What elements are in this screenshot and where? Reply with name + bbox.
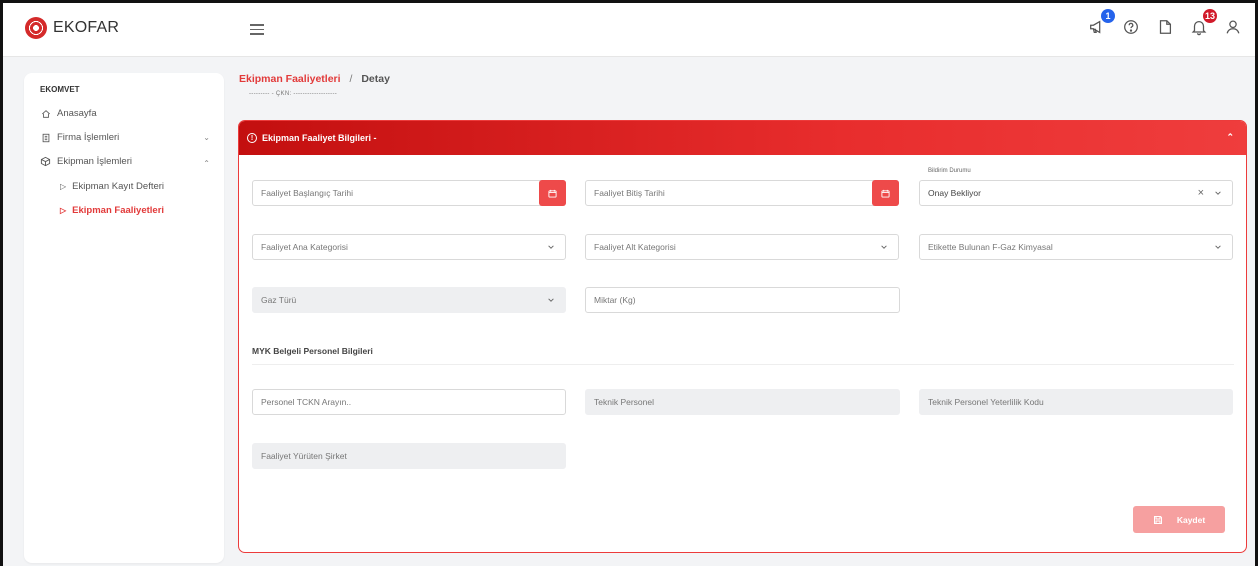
- personnel-section-title: MYK Belgeli Personel Bilgileri: [252, 346, 373, 356]
- play-triangle-icon: ▷: [60, 206, 67, 215]
- chevron-down-icon: [881, 245, 887, 249]
- announcements-button[interactable]: 1: [1087, 9, 1115, 37]
- competence-code-field: Teknik Personel Yeterlilik Kodu: [919, 389, 1233, 415]
- label-fgas-placeholder: Etikette Bulunan F-Gaz Kimyasal: [928, 242, 1053, 252]
- breadcrumb-current: Detay: [361, 73, 390, 85]
- sidebar-subitem-kayit-defteri[interactable]: ▷ Ekipman Kayıt Defteri: [60, 181, 164, 192]
- start-date-placeholder: Faaliyet Başlangıç Tarihi: [261, 188, 353, 198]
- amount-placeholder: Miktar (Kg): [594, 295, 636, 305]
- user-icon: [1226, 20, 1240, 34]
- brand-logo[interactable]: EKOFAR: [25, 17, 119, 39]
- sidebar-subitem-faaliyetleri[interactable]: ▷ Ekipman Faaliyetleri: [60, 205, 164, 216]
- sidebar-item-anasayfa[interactable]: Anasayfa: [40, 108, 210, 119]
- sidebar-item-ekipman-islemleri[interactable]: Ekipman İşlemleri ⌃: [40, 156, 210, 168]
- end-date-field[interactable]: Faaliyet Bitiş Tarihi: [585, 180, 899, 206]
- document-icon: [1159, 20, 1172, 34]
- sidebar-subitem-label: Ekipman Kayıt Defteri: [72, 181, 165, 192]
- status-label: Bildirim Durumu: [928, 168, 971, 174]
- calendar-button[interactable]: [872, 180, 899, 206]
- calendar-icon: [881, 189, 890, 198]
- announcements-badge: 1: [1101, 9, 1115, 23]
- info-icon: !: [247, 133, 257, 143]
- top-header: EKOFAR 1 13: [3, 3, 1255, 57]
- status-value: Onay Bekliyor: [928, 188, 981, 198]
- end-date-placeholder: Faaliyet Bitiş Tarihi: [594, 188, 665, 198]
- notifications-button[interactable]: 13: [1189, 9, 1217, 37]
- brand-name: EKOFAR: [53, 19, 120, 36]
- notifications-badge: 13: [1202, 9, 1217, 23]
- play-triangle-icon: ▷: [60, 182, 67, 191]
- technical-staff-placeholder: Teknik Personel: [594, 397, 655, 407]
- sidebar-item-label: Anasayfa: [57, 108, 97, 119]
- competence-code-placeholder: Teknik Personel Yeterlilik Kodu: [928, 397, 1044, 407]
- sidebar-item-firma-islemleri[interactable]: Firma İşlemleri ⌄: [40, 132, 210, 143]
- operating-company-placeholder: Faaliyet Yürüten Şirket: [261, 451, 347, 461]
- main-category-placeholder: Faaliyet Ana Kategorisi: [261, 242, 348, 252]
- clear-icon[interactable]: ×: [1198, 187, 1204, 199]
- sidebar-item-label: Firma İşlemleri: [57, 132, 120, 143]
- building-icon: [40, 132, 51, 143]
- sub-category-placeholder: Faaliyet Alt Kategorisi: [594, 242, 676, 252]
- question-circle-icon: [1124, 20, 1138, 34]
- chevron-up-icon[interactable]: ⌃: [1226, 132, 1234, 143]
- breadcrumb: Ekipman Faaliyetleri / Detay: [239, 73, 390, 85]
- sub-category-select[interactable]: Faaliyet Alt Kategorisi: [585, 234, 899, 260]
- tckn-search-input[interactable]: Personel TCKN Arayın..: [252, 389, 566, 415]
- operating-company-field: Faaliyet Yürüten Şirket: [252, 443, 566, 469]
- help-button[interactable]: [1121, 17, 1141, 37]
- chevron-down-icon: [1215, 245, 1221, 249]
- chevron-down-icon: ⌄: [203, 133, 210, 142]
- record-identifier: --------- - ÇKN: -------------------: [249, 91, 338, 97]
- sidebar: EKOMVET Anasayfa Firma İşlemleri ⌄ Ekipm…: [24, 73, 224, 563]
- gas-type-select[interactable]: Gaz Türü: [252, 287, 566, 313]
- technical-staff-field: Teknik Personel: [585, 389, 900, 415]
- sidebar-section-title: EKOMVET: [40, 85, 80, 94]
- label-fgas-select[interactable]: Etikette Bulunan F-Gaz Kimyasal: [919, 234, 1233, 260]
- chevron-down-icon: [548, 298, 554, 302]
- save-button[interactable]: Kaydet: [1133, 506, 1225, 533]
- documents-button[interactable]: [1155, 17, 1175, 37]
- notification-status-select[interactable]: Onay Bekliyor ×: [919, 180, 1233, 206]
- box-icon: [40, 156, 51, 167]
- calendar-button[interactable]: [539, 180, 566, 206]
- card-header[interactable]: ! Ekipman Faaliyet Bilgileri - ⌃: [239, 121, 1246, 155]
- save-label: Kaydet: [1176, 514, 1206, 525]
- ministry-emblem-icon: [25, 17, 47, 39]
- start-date-field[interactable]: Faaliyet Başlangıç Tarihi: [252, 180, 566, 206]
- breadcrumb-parent-link[interactable]: Ekipman Faaliyetleri: [239, 73, 341, 85]
- section-divider: [252, 364, 1234, 365]
- save-icon: [1153, 515, 1162, 524]
- main-category-select[interactable]: Faaliyet Ana Kategorisi: [252, 234, 566, 260]
- calendar-icon: [548, 189, 557, 198]
- sidebar-item-label: Ekipman İşlemleri: [57, 156, 132, 167]
- home-icon: [40, 108, 51, 119]
- sidebar-subitem-label: Ekipman Faaliyetleri: [72, 205, 165, 216]
- chevron-down-icon: [548, 245, 554, 249]
- amount-input[interactable]: Miktar (Kg): [585, 287, 900, 313]
- user-profile-button[interactable]: [1223, 17, 1243, 37]
- chevron-up-icon: ⌃: [203, 159, 210, 168]
- gas-type-placeholder: Gaz Türü: [261, 295, 297, 305]
- breadcrumb-separator: /: [349, 73, 353, 85]
- menu-toggle-icon[interactable]: [250, 24, 264, 35]
- tckn-placeholder: Personel TCKN Arayın..: [261, 397, 352, 407]
- card-title: Ekipman Faaliyet Bilgileri -: [262, 133, 377, 143]
- chevron-down-icon: [1215, 191, 1221, 195]
